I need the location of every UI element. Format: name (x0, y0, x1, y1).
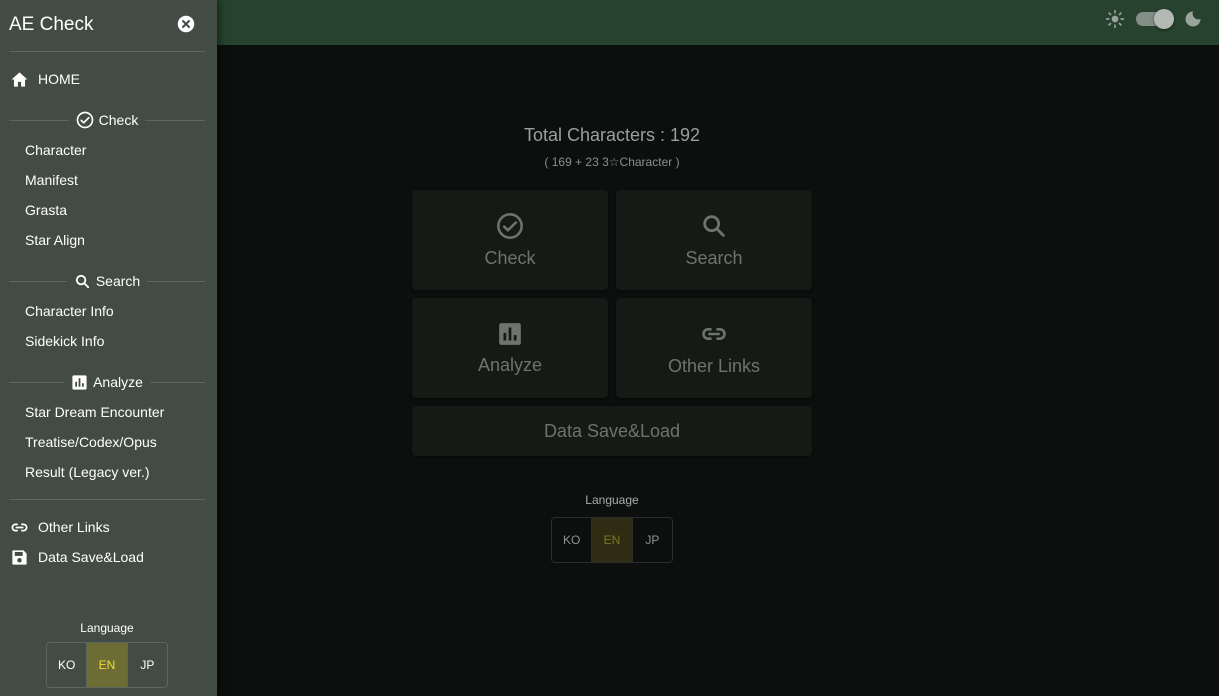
main-language-selector: Language KO EN JP (551, 493, 673, 563)
analyze-card[interactable]: Analyze (412, 298, 608, 398)
section-search-header: Search (67, 273, 147, 290)
sun-icon (1105, 9, 1125, 29)
drawer-language-title: Language (80, 621, 134, 635)
section-line (149, 381, 205, 383)
link-icon (700, 320, 728, 348)
section-line (147, 280, 206, 282)
section-search: Search (9, 271, 206, 291)
main-language-en[interactable]: EN (591, 518, 632, 562)
theme-toggle[interactable] (1135, 9, 1174, 29)
drawer-language-ko[interactable]: KO (47, 643, 86, 687)
nav-character-info[interactable]: Character Info (25, 302, 114, 320)
nav-home-label: HOME (38, 71, 80, 87)
main-language-buttons: KO EN JP (551, 517, 673, 563)
check-card-label: Check (484, 247, 536, 268)
nav-other-links-label: Other Links (38, 519, 110, 535)
section-line (9, 381, 65, 383)
total-characters: Total Characters : 192 (523, 125, 701, 145)
check-circle-icon (76, 111, 94, 129)
nav-sidekick-info[interactable]: Sidekick Info (25, 332, 104, 350)
drawer-language-buttons: KO EN JP (46, 642, 168, 688)
nav-manifest[interactable]: Manifest (25, 171, 78, 189)
search-card[interactable]: Search (616, 190, 812, 290)
data-save-load-card-label: Data Save&Load (543, 420, 681, 441)
drawer-language-jp[interactable]: JP (126, 643, 167, 687)
drawer-language-en[interactable]: EN (86, 643, 127, 687)
nav-star-align[interactable]: Star Align (25, 231, 85, 249)
theme-toggle-thumb[interactable] (1154, 9, 1174, 29)
link-icon (10, 518, 29, 537)
main-language-ko[interactable]: KO (552, 518, 591, 562)
home-icon (10, 70, 29, 89)
check-card[interactable]: Check (412, 190, 608, 290)
nav-data-save-load-label: Data Save&Load (38, 549, 144, 565)
section-check: Check (9, 110, 205, 130)
other-links-card[interactable]: Other Links (616, 298, 812, 398)
nav-star-dream-encounter[interactable]: Star Dream Encounter (25, 403, 164, 421)
nav-home[interactable]: HOME (10, 69, 80, 89)
nav-other-links[interactable]: Other Links (10, 517, 110, 537)
section-search-label: Search (95, 273, 141, 289)
total-characters-breakdown: ( 169 + 23 3☆Character ) (544, 155, 680, 169)
drawer-divider (9, 51, 205, 52)
data-save-load-card[interactable]: Data Save&Load (412, 406, 812, 456)
section-line (145, 119, 205, 121)
drawer-title: AE Check (9, 14, 94, 35)
navigation-drawer: AE Check HOME Check Character Manifest G… (0, 0, 217, 696)
section-check-header: Check (69, 111, 146, 129)
close-icon[interactable] (177, 15, 195, 33)
other-links-card-label: Other Links (667, 355, 761, 376)
nav-data-save-load[interactable]: Data Save&Load (10, 547, 144, 567)
search-icon (700, 212, 728, 240)
nav-grasta[interactable]: Grasta (25, 201, 67, 219)
bar-chart-icon (71, 374, 88, 391)
section-line (9, 280, 67, 282)
moon-icon (1183, 9, 1203, 29)
drawer-language-selector: Language KO EN JP (46, 621, 168, 688)
save-icon (10, 548, 29, 567)
section-check-label: Check (98, 112, 139, 128)
bar-chart-icon (497, 321, 523, 347)
section-line (9, 119, 69, 121)
main-language-title: Language (585, 493, 639, 507)
nav-result-legacy[interactable]: Result (Legacy ver.) (25, 463, 150, 481)
drawer-divider (9, 499, 205, 500)
theme-controls (1105, 9, 1203, 29)
check-circle-icon (496, 212, 524, 240)
section-analyze-label: Analyze (93, 374, 143, 390)
search-icon (74, 273, 91, 290)
nav-character[interactable]: Character (25, 141, 86, 159)
main-content: Total Characters : 192 ( 169 + 23 3☆Char… (217, 45, 1219, 696)
analyze-card-label: Analyze (477, 354, 543, 375)
section-analyze-header: Analyze (64, 374, 150, 391)
nav-treatise-codex-opus[interactable]: Treatise/Codex/Opus (25, 433, 157, 451)
main-language-jp[interactable]: JP (631, 518, 672, 562)
search-card-label: Search (685, 247, 743, 268)
section-analyze: Analyze (9, 372, 205, 392)
